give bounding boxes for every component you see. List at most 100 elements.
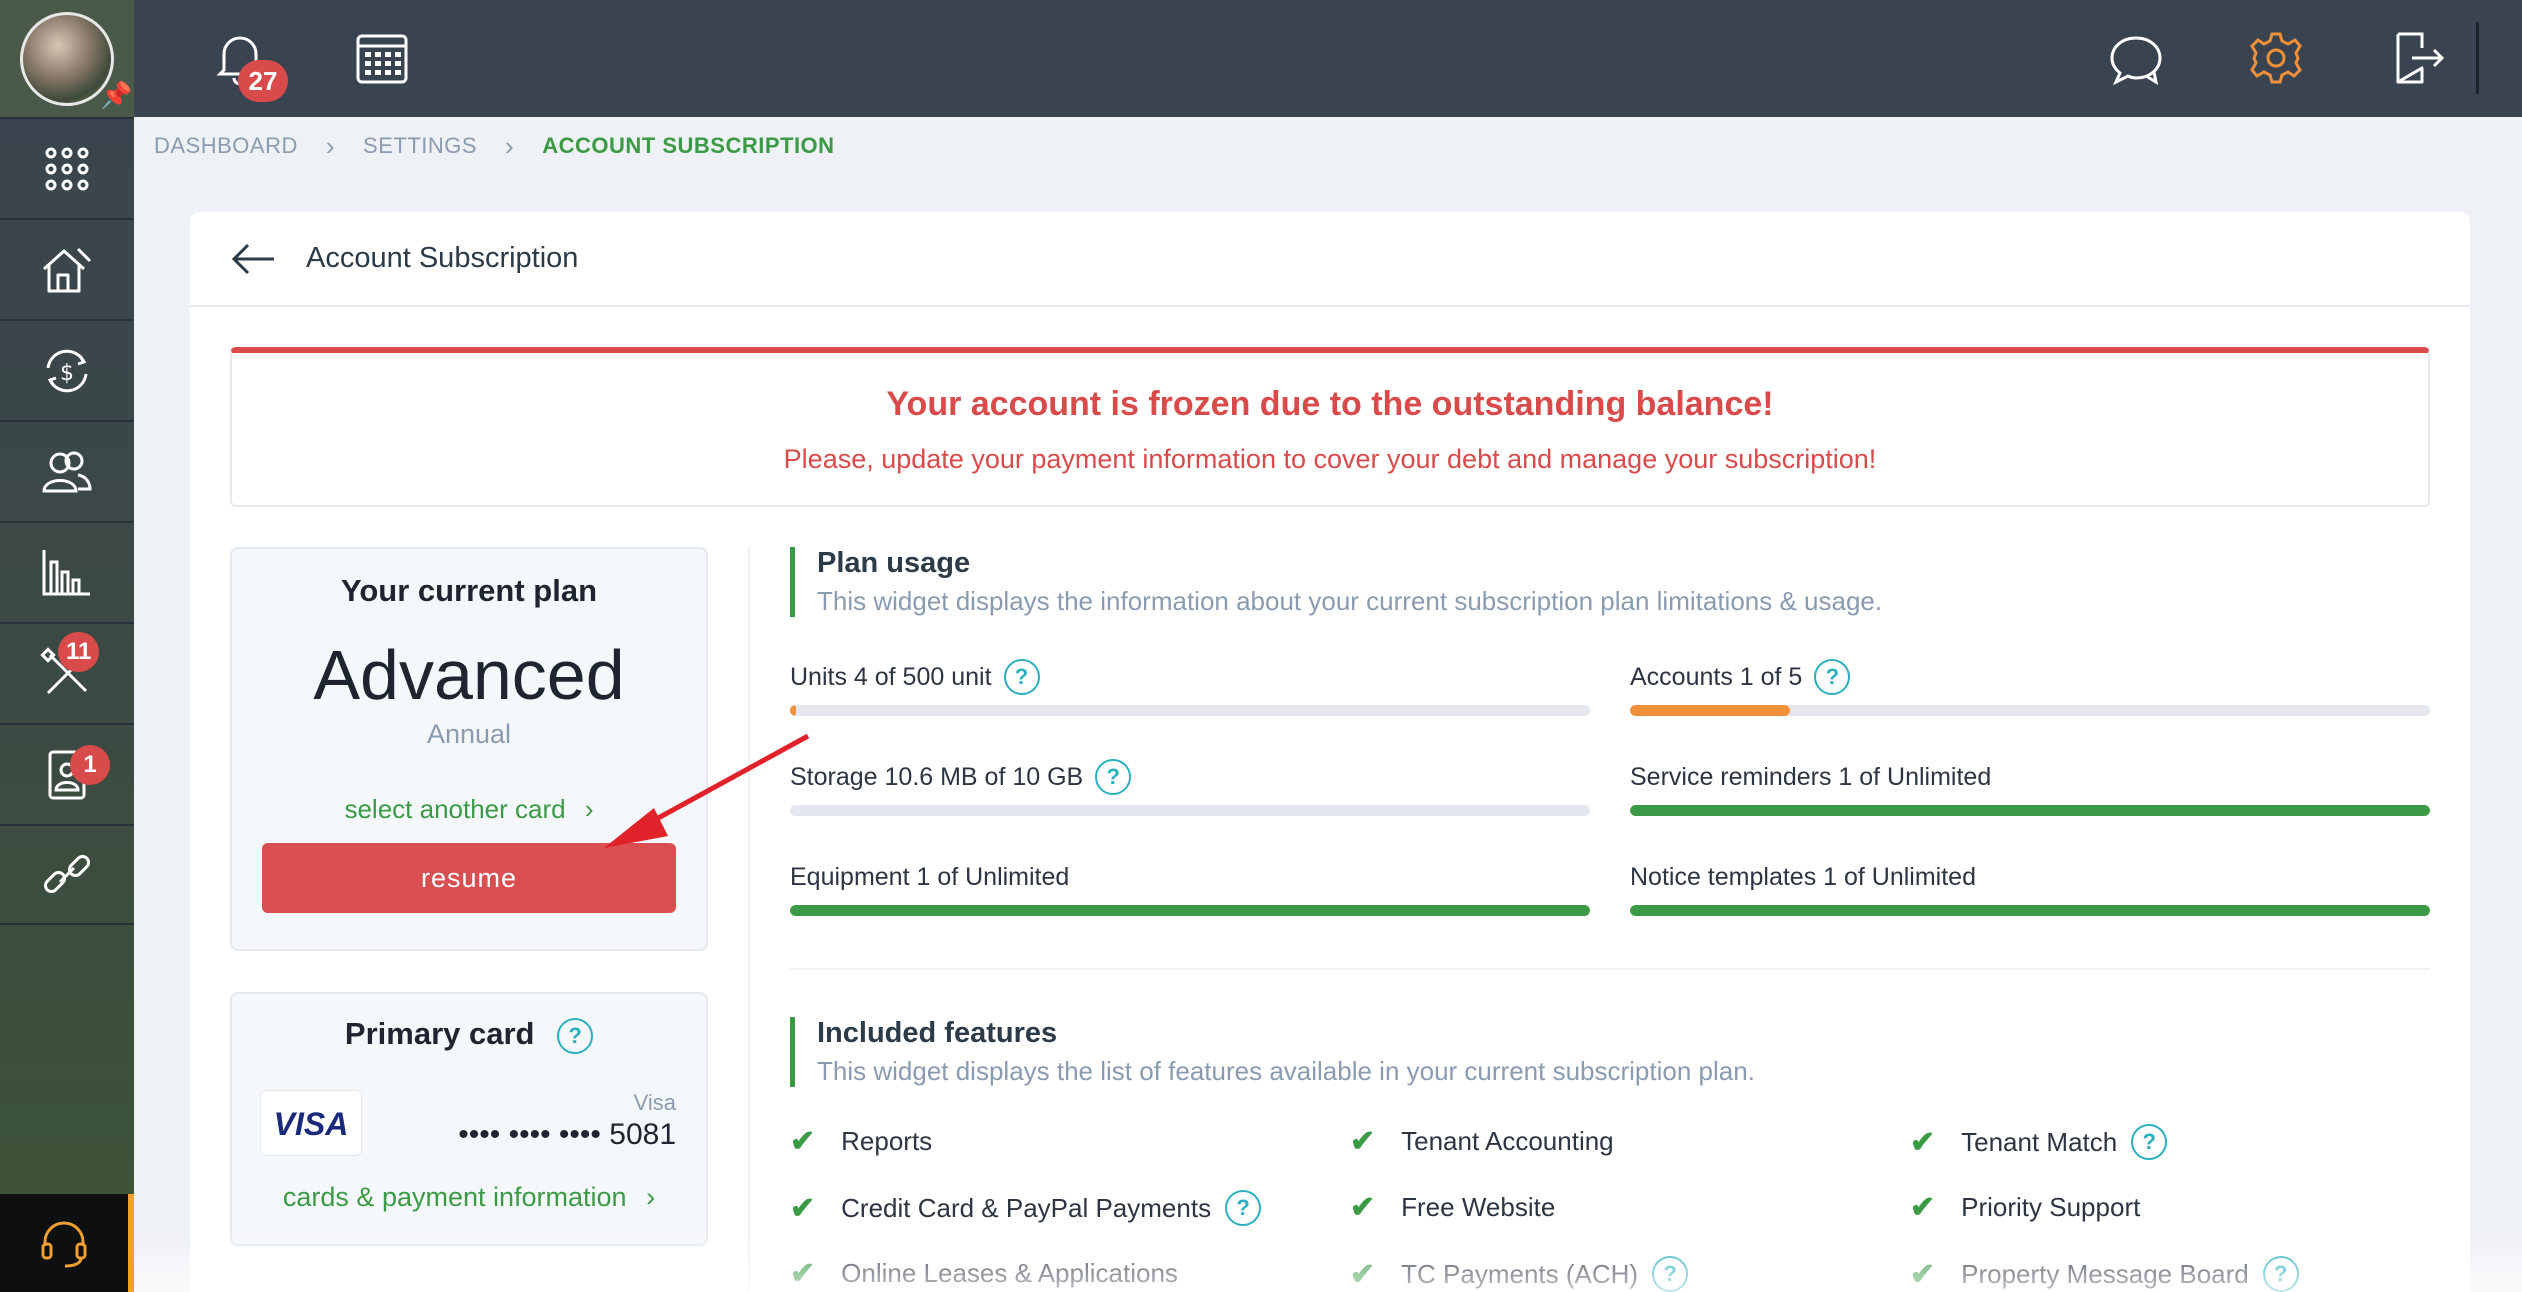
usage-metric: Units 4 of 500 unit? bbox=[790, 657, 1590, 716]
chevron-right-icon: › bbox=[325, 130, 336, 161]
resume-button[interactable]: resume bbox=[262, 843, 676, 913]
notifications-badge: 27 bbox=[238, 60, 288, 102]
visa-logo: VISA bbox=[260, 1090, 362, 1156]
section-divider bbox=[790, 968, 2430, 970]
usage-metric: Service reminders 1 of Unlimited bbox=[1630, 757, 2430, 816]
check-icon: ✔ bbox=[1350, 1125, 1376, 1158]
usage-progress-fill bbox=[1630, 805, 2430, 816]
feature-item: ✔ Free Website bbox=[1350, 1190, 1555, 1225]
feature-label: Credit Card & PayPal Payments bbox=[841, 1192, 1212, 1223]
usage-progress-bar bbox=[790, 905, 1590, 916]
metric-label: Units 4 of 500 unit bbox=[790, 662, 992, 691]
usage-metric: Notice templates 1 of Unlimited bbox=[1630, 857, 2430, 916]
help-icon[interactable]: ? bbox=[1814, 659, 1851, 695]
usage-metric: Accounts 1 of 5? bbox=[1630, 657, 2430, 716]
card-header: Account Subscription bbox=[190, 212, 2470, 307]
select-card-label: select another card bbox=[344, 794, 566, 824]
metric-label-row: Notice templates 1 of Unlimited bbox=[1630, 857, 2430, 897]
svg-text:$: $ bbox=[60, 361, 74, 386]
back-arrow-icon[interactable] bbox=[230, 242, 276, 276]
subscription-card: Account Subscription Your account is fro… bbox=[190, 212, 2470, 1292]
features-title: Included features bbox=[817, 1017, 1058, 1049]
usage-metric: Storage 10.6 MB of 10 GB? bbox=[790, 757, 1590, 816]
headset-icon bbox=[41, 1221, 87, 1268]
topbar-divider bbox=[2476, 22, 2479, 94]
chevron-right-icon: › bbox=[584, 794, 594, 824]
select-another-card-link[interactable]: select another card › bbox=[232, 794, 706, 825]
logout-icon[interactable] bbox=[2388, 28, 2448, 88]
frozen-account-alert: Your account is frozen due to the outsta… bbox=[230, 347, 2430, 507]
metric-label: Storage 10.6 MB of 10 GB bbox=[790, 762, 1084, 791]
feature-label: Tenant Accounting bbox=[1401, 1126, 1614, 1156]
included-features-section: Included features This widget displays t… bbox=[790, 1017, 2430, 1087]
card-brand: Visa bbox=[633, 1090, 676, 1115]
support-button[interactable] bbox=[0, 1194, 134, 1292]
metric-label-row: Service reminders 1 of Unlimited bbox=[1630, 757, 2430, 797]
help-icon[interactable]: ? bbox=[1003, 659, 1040, 695]
tenants-badge: 1 bbox=[70, 745, 110, 785]
user-avatar-area[interactable]: 📌 bbox=[0, 0, 134, 117]
house-icon bbox=[42, 247, 92, 292]
sidebar-item-maintenance[interactable]: 11 bbox=[0, 622, 134, 723]
scroll-fade bbox=[134, 1230, 2522, 1292]
sidebar-item-people[interactable] bbox=[0, 420, 134, 521]
feature-item: ✔ Reports bbox=[790, 1124, 932, 1159]
sidebar-item-links[interactable] bbox=[0, 824, 134, 925]
chat-icon[interactable] bbox=[2106, 28, 2166, 88]
metric-label-row: Storage 10.6 MB of 10 GB? bbox=[790, 757, 1590, 797]
metric-label: Service reminders 1 of Unlimited bbox=[1630, 762, 1992, 791]
plan-heading: Your current plan bbox=[340, 573, 598, 608]
pin-icon[interactable]: 📌 bbox=[100, 80, 132, 111]
dollar-cycle-icon: $ bbox=[46, 349, 88, 392]
gear-icon[interactable] bbox=[2246, 28, 2306, 88]
primary-card-heading: Primary card bbox=[344, 1016, 535, 1051]
feature-label: Reports bbox=[841, 1126, 933, 1156]
metric-label: Accounts 1 of 5 bbox=[1630, 662, 1803, 691]
card-number: •••• •••• •••• 5081 bbox=[458, 1118, 676, 1151]
usage-progress-bar bbox=[790, 705, 1590, 716]
plan-usage-header: Plan usage This widget displays the info… bbox=[790, 547, 2430, 617]
sidebar-item-reports[interactable] bbox=[0, 521, 134, 622]
metric-label-row: Equipment 1 of Unlimited bbox=[790, 857, 1590, 897]
breadcrumb-current: ACCOUNT SUBSCRIPTION bbox=[542, 133, 835, 158]
breadcrumb: DASHBOARD › SETTINGS › ACCOUNT SUBSCRIPT… bbox=[154, 130, 835, 162]
current-plan-box: Your current plan Advanced Annual select… bbox=[230, 547, 708, 951]
sidebar-item-properties[interactable] bbox=[0, 218, 134, 319]
metric-label-row: Units 4 of 500 unit? bbox=[790, 657, 1590, 697]
maintenance-badge: 11 bbox=[58, 632, 100, 672]
plan-usage-section: Plan usage This widget displays the info… bbox=[790, 547, 2430, 617]
plan-period: Annual bbox=[426, 719, 512, 749]
metric-label-row: Accounts 1 of 5? bbox=[1630, 657, 2430, 697]
page-title: Account Subscription bbox=[306, 242, 579, 274]
usage-progress-bar bbox=[1630, 905, 2430, 916]
feature-item: ✔ Priority Support bbox=[1910, 1190, 2140, 1225]
breadcrumb-dashboard[interactable]: DASHBOARD bbox=[154, 133, 298, 159]
breadcrumb-settings[interactable]: SETTINGS bbox=[363, 133, 477, 159]
cards-payment-info-link[interactable]: cards & payment information › bbox=[232, 1182, 706, 1213]
metric-label: Notice templates 1 of Unlimited bbox=[1630, 862, 1976, 891]
help-icon[interactable]: ? bbox=[557, 1017, 594, 1054]
sidebar-item-payments[interactable]: $ bbox=[0, 319, 134, 420]
alert-message: Please, update your payment information … bbox=[783, 444, 1877, 474]
usage-metric: Equipment 1 of Unlimited bbox=[790, 857, 1590, 916]
feature-label: Tenant Match bbox=[1961, 1126, 2118, 1157]
top-bar: 27 bbox=[134, 0, 2522, 117]
plan-usage-subtitle: This widget displays the information abo… bbox=[817, 586, 1883, 616]
help-icon[interactable]: ? bbox=[1095, 759, 1132, 795]
help-icon[interactable]: ? bbox=[1225, 1190, 1262, 1226]
plan-usage-title: Plan usage bbox=[817, 547, 971, 579]
calendar-icon[interactable] bbox=[352, 28, 412, 88]
sidebar-item-tenants[interactable]: 1 bbox=[0, 723, 134, 824]
sidebar-item-apps[interactable] bbox=[0, 117, 134, 218]
feature-item: ✔ Tenant Accounting bbox=[1350, 1124, 1614, 1159]
features-subtitle: This widget displays the list of feature… bbox=[817, 1056, 1755, 1086]
help-icon[interactable]: ? bbox=[2131, 1124, 2168, 1160]
link-icon bbox=[43, 854, 91, 893]
usage-progress-fill bbox=[790, 705, 797, 716]
usage-progress-fill bbox=[1630, 705, 1790, 716]
check-icon: ✔ bbox=[1910, 1125, 1936, 1159]
cards-payment-info-label: cards & payment information bbox=[282, 1182, 627, 1212]
chevron-right-icon: › bbox=[646, 1182, 656, 1212]
grid-icon bbox=[45, 147, 89, 190]
usage-progress-bar bbox=[1630, 705, 2430, 716]
